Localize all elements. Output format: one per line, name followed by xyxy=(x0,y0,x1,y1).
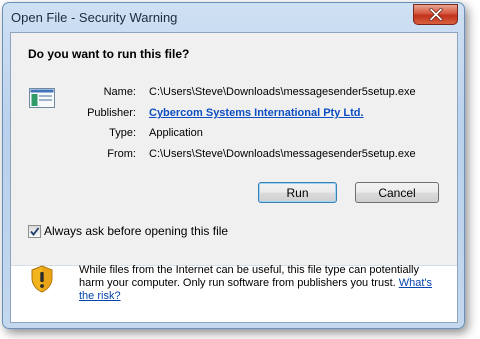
close-icon xyxy=(428,8,443,21)
cancel-button[interactable]: Cancel xyxy=(355,182,439,203)
publisher-label: Publisher: xyxy=(87,107,136,119)
checkmark-icon xyxy=(30,227,40,236)
run-button[interactable]: Run xyxy=(258,182,337,203)
dialog-body: Do you want to run this file? Name: C:\U… xyxy=(10,32,458,323)
warning-shield-icon xyxy=(31,265,53,293)
security-warning-dialog: Open File - Security Warning Do you want… xyxy=(2,2,465,329)
always-ask-label[interactable]: Always ask before opening this file xyxy=(44,224,228,238)
type-value: Application xyxy=(149,127,203,139)
type-label: Type: xyxy=(109,127,136,139)
always-ask-checkbox[interactable] xyxy=(28,225,41,238)
details-panel: Do you want to run this file? Name: C:\U… xyxy=(11,33,457,265)
name-label: Name: xyxy=(103,86,136,98)
title-bar[interactable]: Open File - Security Warning xyxy=(3,3,464,31)
publisher-link[interactable]: Cybercom Systems International Pty Ltd. xyxy=(149,107,364,119)
window-title: Open File - Security Warning xyxy=(11,10,178,25)
dialog-question: Do you want to run this file? xyxy=(28,47,190,61)
warning-panel: While files from the Internet can be use… xyxy=(11,264,457,322)
warning-text: While files from the Internet can be use… xyxy=(79,264,419,289)
close-button[interactable] xyxy=(413,4,458,25)
from-value: C:\Users\Steve\Downloads\messagesender5s… xyxy=(149,148,416,160)
name-value: C:\Users\Steve\Downloads\messagesender5s… xyxy=(149,86,416,98)
from-label: From: xyxy=(107,148,136,160)
warning-message: While files from the Internet can be use… xyxy=(79,264,445,303)
